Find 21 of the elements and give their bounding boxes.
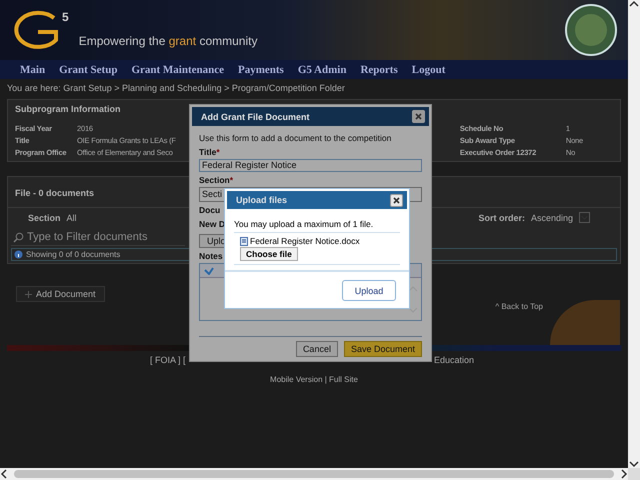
logo-superscript: 5 [62,10,69,24]
filter-placeholder: Type to Filter documents [27,231,148,243]
dialog-intro: Use this form to add a document to the competition [199,133,392,144]
breadcrumb: You are here: Grant Setup > Planning and Scheduling > Program/Competition Folder [6,82,346,95]
section-label: Section [28,212,61,222]
tagline: Empowering the grant community [78,34,258,48]
field-label: Section* [199,175,234,186]
field-label: Docu [199,205,220,216]
footer-links: Education [434,355,474,365]
field-label: Notes [199,251,223,262]
results-count: Showing 0 of 0 documents [26,250,120,259]
dialog-title: Add Grant File Document [201,112,310,122]
footer-links: [ FOIA ] [ [150,355,186,365]
upload-message: You may upload a maximum of 1 file. [234,219,374,229]
version-links: Mobile Version | Full Site [270,375,358,384]
dialog-title: Upload files [236,195,288,205]
file-name: Federal Register Notice.docx [250,236,360,246]
section-heading: Subprogram Information [15,104,120,114]
field-label: Title* [199,147,220,158]
sort-label: Sort order: [478,212,525,222]
section-heading: File - 0 documents [15,188,94,198]
